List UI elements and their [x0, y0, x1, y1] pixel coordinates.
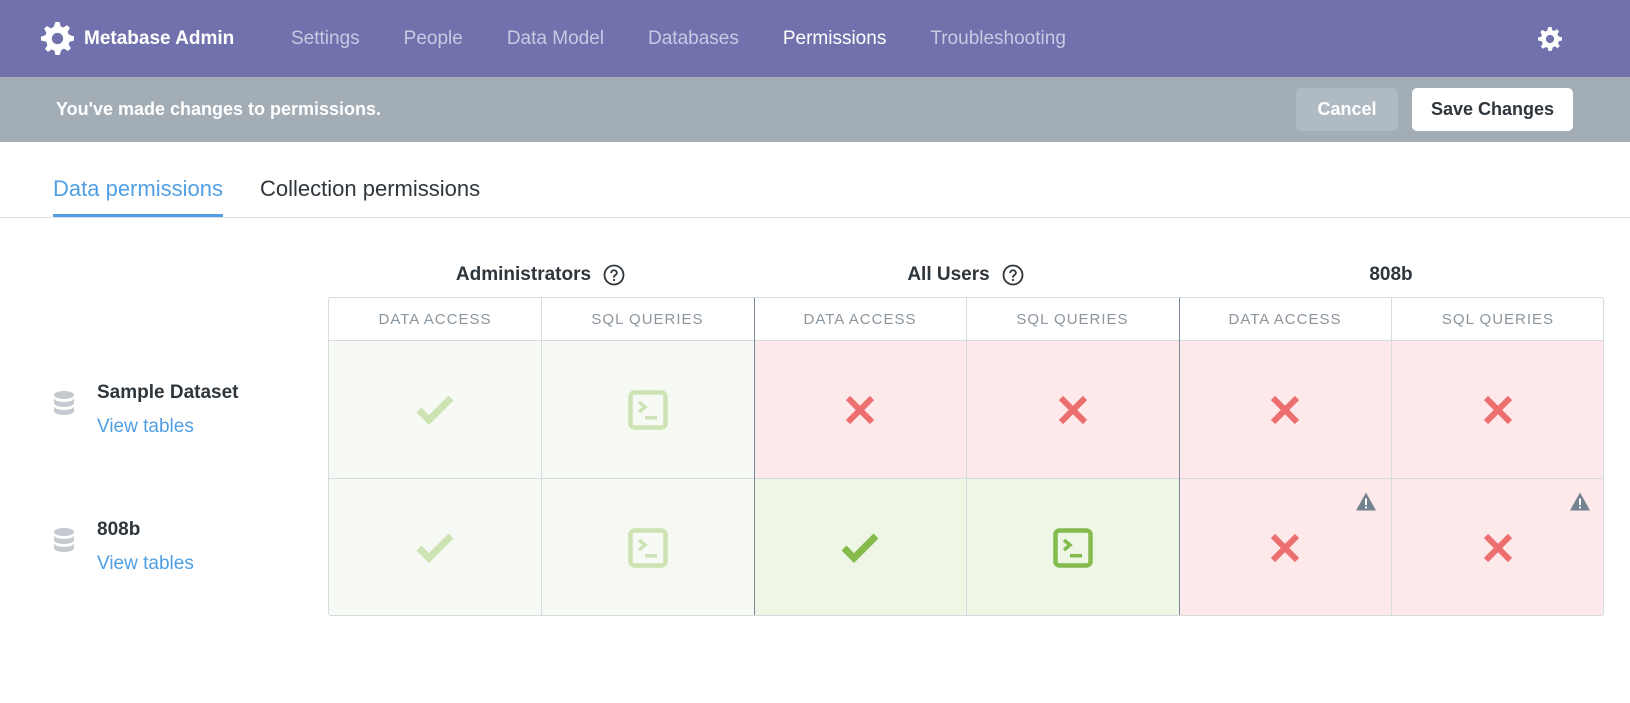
permission-cell-all-users-data-access[interactable]: [754, 341, 966, 478]
view-tables-link[interactable]: View tables: [97, 553, 194, 575]
column-header-sql-queries: SQL QUERIES: [966, 298, 1179, 341]
tab-collection-permissions[interactable]: Collection permissions: [260, 176, 480, 214]
question-circle-icon[interactable]: [1002, 264, 1024, 286]
close-icon: [1270, 533, 1300, 563]
nav-people[interactable]: People: [404, 28, 463, 50]
warning-icon[interactable]: [1569, 491, 1591, 513]
changes-message: You've made changes to permissions.: [56, 99, 382, 119]
nav-troubleshooting[interactable]: Troubleshooting: [930, 28, 1066, 50]
group-header-808b: 808b: [1178, 262, 1604, 288]
permission-tabs: Data permissions Collection permissions: [0, 142, 1630, 218]
gear-icon: [41, 22, 74, 55]
column-header-sql-queries: SQL QUERIES: [1391, 298, 1603, 341]
group-header-administrators: Administrators: [328, 262, 753, 288]
tab-data-permissions[interactable]: Data permissions: [53, 176, 223, 217]
close-icon: [845, 395, 875, 424]
group-name: 808b: [1369, 264, 1413, 285]
brand[interactable]: Metabase Admin: [41, 0, 234, 77]
database-name: 808b: [97, 519, 141, 540]
permission-cell-admin-data-access[interactable]: [329, 341, 541, 478]
gear-icon[interactable]: [1538, 27, 1562, 51]
nav-permissions[interactable]: Permissions: [783, 28, 886, 50]
group-divider: [1179, 298, 1180, 615]
column-divider: [966, 298, 967, 615]
check-icon: [841, 533, 879, 563]
permission-cell-808b-sql-queries[interactable]: [1391, 341, 1603, 478]
permission-cell-all-users-sql-queries[interactable]: [966, 341, 1179, 478]
column-header-data-access: DATA ACCESS: [1179, 298, 1391, 341]
close-icon: [1483, 395, 1513, 424]
close-icon: [1270, 395, 1300, 424]
permission-cell-admin-sql-queries[interactable]: [541, 341, 754, 478]
database-name: Sample Dataset: [97, 382, 239, 403]
column-header-data-access: DATA ACCESS: [754, 298, 966, 341]
permissions-grid: DATA ACCESS SQL QUERIES DATA ACCESS SQL …: [328, 297, 1604, 616]
permission-cell-all-users-data-access[interactable]: [754, 479, 966, 615]
terminal-icon: [627, 528, 668, 568]
permission-cell-admin-data-access[interactable]: [329, 479, 541, 615]
warning-icon[interactable]: [1355, 491, 1377, 513]
admin-navbar: Metabase Admin Settings People Data Mode…: [0, 0, 1630, 77]
group-header-all-users: All Users: [753, 262, 1178, 288]
terminal-icon: [1052, 528, 1093, 568]
nav-databases[interactable]: Databases: [648, 28, 739, 50]
column-header-sql-queries: SQL QUERIES: [541, 298, 754, 341]
permission-cell-admin-sql-queries[interactable]: [541, 479, 754, 615]
close-icon: [1058, 395, 1087, 424]
group-name: Administrators: [455, 264, 592, 285]
permission-cell-808b-sql-queries[interactable]: [1391, 479, 1603, 615]
terminal-icon: [627, 389, 668, 430]
check-icon: [416, 395, 454, 425]
check-icon: [416, 533, 454, 563]
column-divider: [541, 298, 542, 615]
column-divider: [1391, 298, 1392, 615]
save-changes-button[interactable]: Save Changes: [1412, 88, 1573, 131]
permission-cell-808b-data-access[interactable]: [1179, 341, 1391, 478]
close-icon: [1483, 533, 1513, 563]
view-tables-link[interactable]: View tables: [97, 416, 194, 438]
permission-cell-all-users-sql-queries[interactable]: [966, 479, 1179, 615]
nav-settings[interactable]: Settings: [291, 28, 360, 50]
admin-nav: Settings People Data Model Databases Per…: [291, 0, 1110, 77]
column-header-data-access: DATA ACCESS: [329, 298, 541, 341]
database-icon: [54, 391, 74, 415]
cancel-button[interactable]: Cancel: [1296, 88, 1398, 131]
brand-title: Metabase Admin: [84, 27, 235, 49]
permission-cell-808b-data-access[interactable]: [1179, 479, 1391, 615]
group-divider: [754, 298, 755, 615]
nav-data-model[interactable]: Data Model: [507, 28, 604, 50]
database-icon: [54, 528, 74, 552]
unsaved-changes-bar: You've made changes to permissions. Canc…: [0, 77, 1630, 142]
question-circle-icon[interactable]: [603, 264, 625, 286]
group-name: All Users: [907, 264, 990, 285]
